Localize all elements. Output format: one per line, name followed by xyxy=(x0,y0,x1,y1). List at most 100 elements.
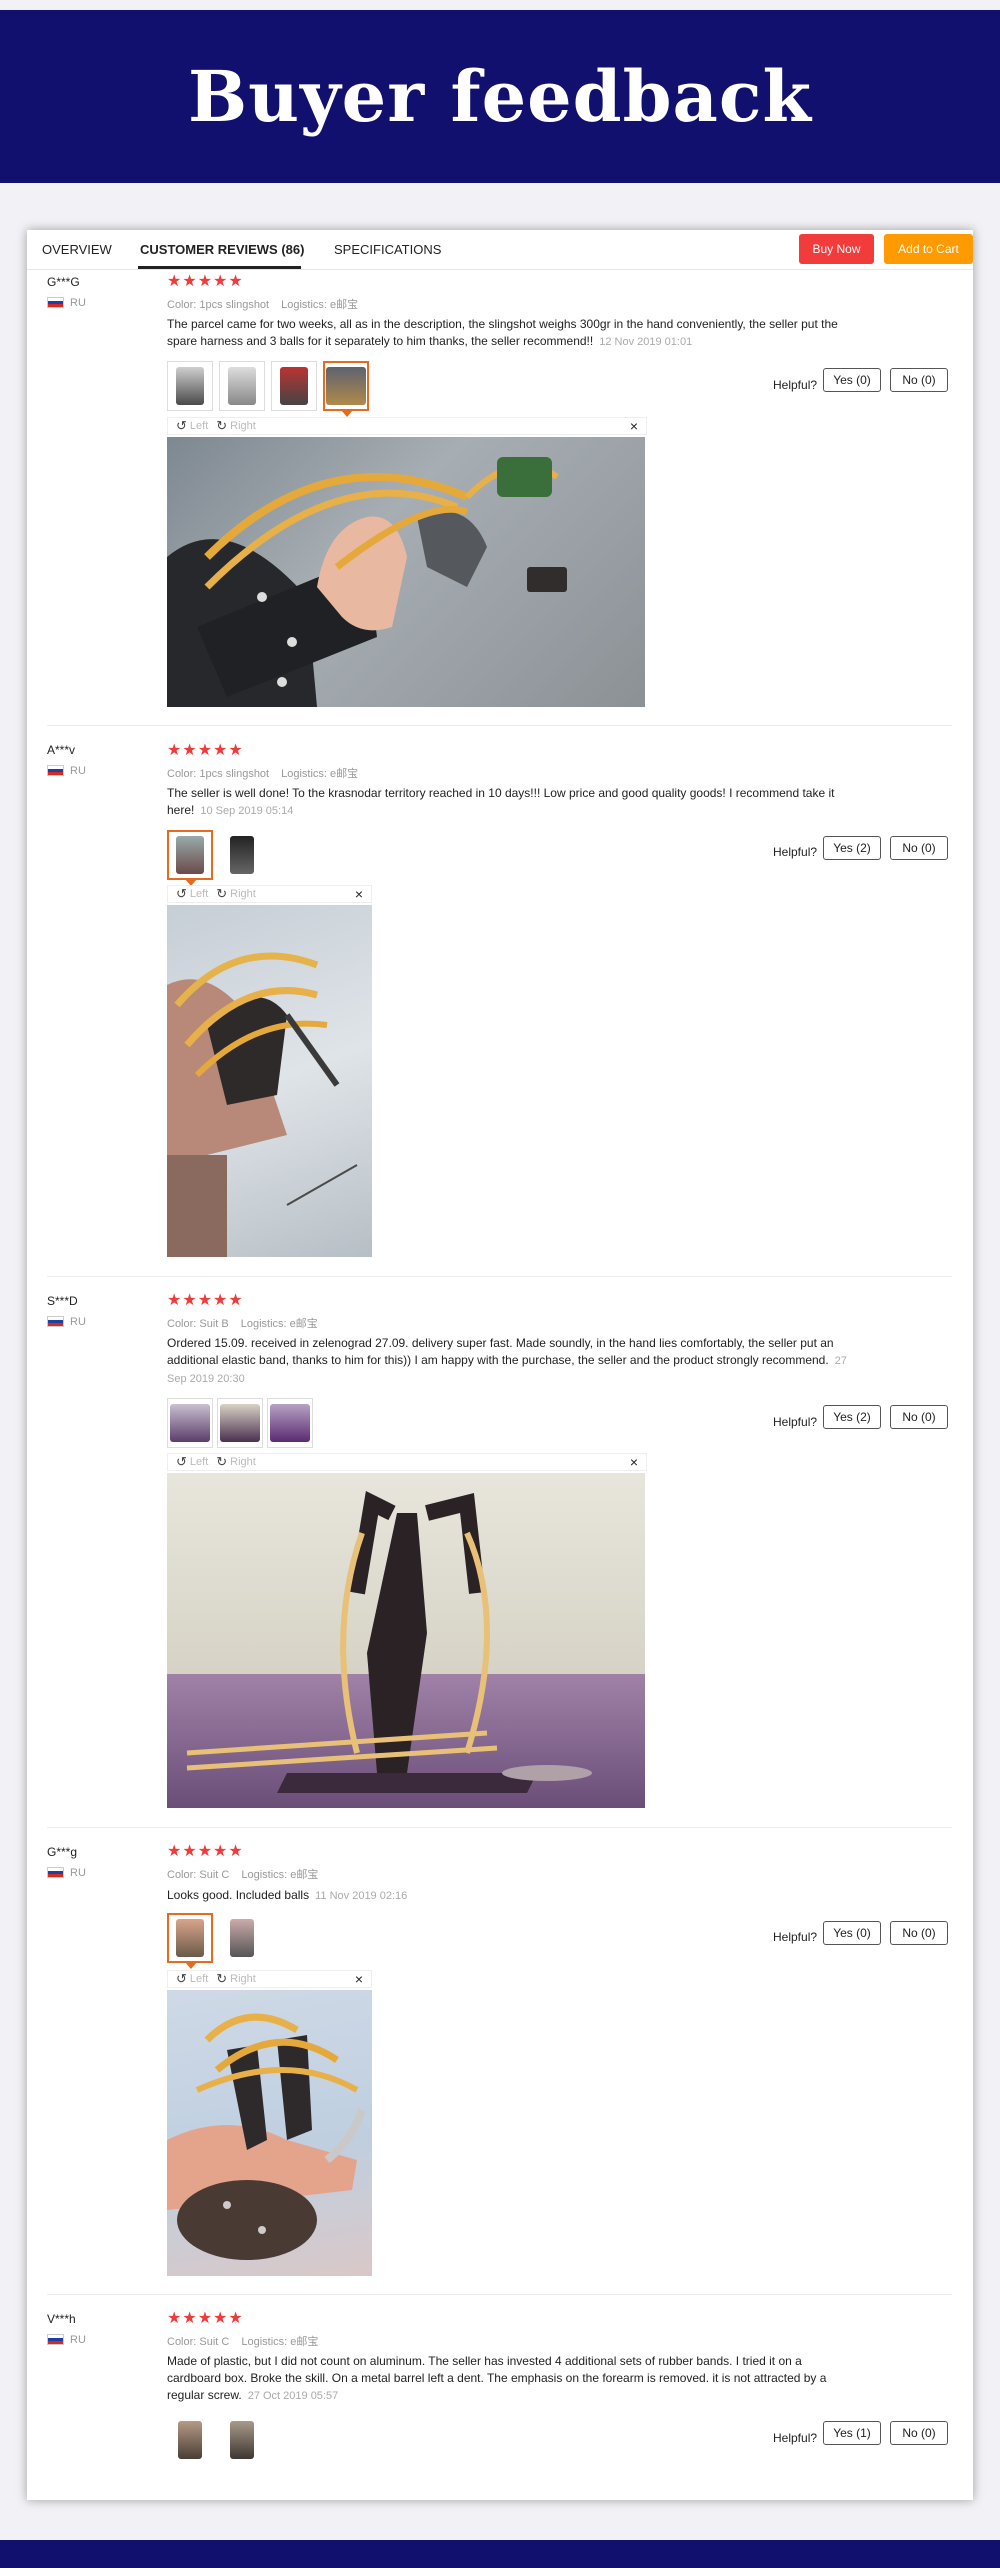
review-logistics: Logistics: e邮宝 xyxy=(281,768,359,780)
tab-bar: OVERVIEW CUSTOMER REVIEWS (86) SPECIFICA… xyxy=(27,230,973,270)
review-thumbnails xyxy=(167,1913,265,1969)
review-divider xyxy=(47,725,952,726)
review-meta: Color: Suit C Logistics: e邮宝 xyxy=(167,2333,318,2349)
rotate-left-icon: ↺ xyxy=(176,1971,187,1986)
star-rating: ★★★★★ xyxy=(167,742,244,759)
add-to-cart-button[interactable]: Add to Cart xyxy=(884,234,973,264)
review-logistics: Logistics: e邮宝 xyxy=(240,1318,318,1330)
review-divider xyxy=(47,1276,952,1277)
photo-toolbar: ↺ Left ↻ Right × xyxy=(167,1453,647,1471)
rotate-left-label: Left xyxy=(189,1973,209,1985)
helpful-yes-button[interactable]: Yes (2) xyxy=(823,1405,881,1429)
review-logistics: Logistics: e邮宝 xyxy=(241,2336,319,2348)
rotate-right-button[interactable]: ↻ Right xyxy=(216,1454,256,1470)
rotate-left-label: Left xyxy=(189,888,209,900)
star-rating: ★★★★★ xyxy=(167,273,244,290)
review-thumbnail[interactable] xyxy=(271,361,317,411)
photo-toolbar: ↺ Left ↻ Right × xyxy=(167,1970,372,1988)
review-body: The parcel came for two weeks, all as in… xyxy=(167,317,838,348)
buy-now-button[interactable]: Buy Now xyxy=(799,234,874,264)
review-date: 11 Nov 2019 02:16 xyxy=(315,1890,408,1902)
review-thumbnail-selected[interactable] xyxy=(167,1913,213,1969)
rotate-right-icon: ↻ xyxy=(216,886,228,901)
review-thumbnail[interactable] xyxy=(219,830,265,880)
rotate-right-button[interactable]: ↻ Right xyxy=(216,1971,256,1987)
reviewer-name: A***v xyxy=(47,743,76,757)
rotate-left-icon: ↺ xyxy=(176,1454,187,1469)
close-photo-icon[interactable]: × xyxy=(630,418,638,434)
review-thumbnail[interactable] xyxy=(217,1398,263,1448)
helpful-label: Helpful? xyxy=(773,1930,818,1944)
reviewer-country: RU xyxy=(70,2334,86,2346)
slingshot-photo-image xyxy=(186,1491,592,1793)
review-thumbnail[interactable] xyxy=(167,361,213,411)
review-thumbnail[interactable] xyxy=(219,1913,265,1963)
russia-flag-icon xyxy=(47,2334,64,2345)
photo-toolbar: ↺ Left ↻ Right × xyxy=(167,885,372,903)
rotate-left-button[interactable]: ↺ Left xyxy=(176,886,208,902)
review-thumbnail-selected[interactable] xyxy=(323,361,369,417)
rotate-left-label: Left xyxy=(189,420,209,432)
review-photo xyxy=(167,905,372,1257)
review-body: Looks good. Included balls xyxy=(167,1888,310,1902)
review-meta: Color: Suit C Logistics: e邮宝 xyxy=(167,1866,318,1882)
rotate-left-button[interactable]: ↺ Left xyxy=(176,1971,208,1987)
bottom-strip xyxy=(0,2540,1000,2568)
review-thumbnail[interactable] xyxy=(167,2415,213,2465)
review-body: Ordered 15.09. received in zelenograd 27… xyxy=(167,1336,834,1367)
review-thumbnail[interactable] xyxy=(219,2415,265,2465)
review-meta: Color: Suit B Logistics: e邮宝 xyxy=(167,1315,318,1331)
star-rating: ★★★★★ xyxy=(167,1843,244,1860)
review-thumbnail-selected[interactable] xyxy=(167,830,213,886)
review-meta: Color: 1pcs slingshot Logistics: e邮宝 xyxy=(167,296,358,312)
review-text: Made of plastic, but I did not count on … xyxy=(167,2353,857,2405)
reviewer-name: S***D xyxy=(47,1294,78,1308)
review-text: The seller is well done! To the krasnoda… xyxy=(167,785,857,820)
review-color: Color: Suit C xyxy=(167,2336,230,2348)
russia-flag-icon xyxy=(47,1316,64,1327)
helpful-yes-button[interactable]: Yes (2) xyxy=(823,836,881,860)
helpful-no-button[interactable]: No (0) xyxy=(890,836,948,860)
review-color: Color: Suit C xyxy=(167,1869,230,1881)
helpful-no-button[interactable]: No (0) xyxy=(890,1921,948,1945)
helpful-label: Helpful? xyxy=(773,1415,818,1429)
review-date: 27 Oct 2019 05:57 xyxy=(247,2390,339,2402)
review-thumbnail[interactable] xyxy=(267,1398,313,1448)
review-thumbnail[interactable] xyxy=(167,1398,213,1448)
active-tab-indicator xyxy=(138,266,301,269)
reviewer-name: V***h xyxy=(47,2312,76,2326)
review-thumbnails xyxy=(167,2415,265,2465)
review-thumbnail[interactable] xyxy=(219,361,265,411)
tab-specifications[interactable]: SPECIFICATIONS xyxy=(334,242,441,257)
helpful-no-button[interactable]: No (0) xyxy=(890,1405,948,1429)
close-photo-icon[interactable]: × xyxy=(355,886,363,902)
helpful-label: Helpful? xyxy=(773,845,818,859)
rotate-left-button[interactable]: ↺ Left xyxy=(176,418,208,434)
review-thumbnails xyxy=(167,830,265,886)
slingshot-photo-image xyxy=(167,952,358,1257)
review-divider xyxy=(47,1827,952,1828)
review-photo xyxy=(167,1473,645,1808)
tab-customer-reviews[interactable]: CUSTOMER REVIEWS (86) xyxy=(140,242,304,257)
rotate-right-label: Right xyxy=(230,1456,256,1468)
helpful-no-button[interactable]: No (0) xyxy=(890,2421,948,2445)
review-meta: Color: 1pcs slingshot Logistics: e邮宝 xyxy=(167,765,358,781)
helpful-label: Helpful? xyxy=(773,2431,818,2445)
reviewer-name: G***g xyxy=(47,1845,78,1859)
helpful-yes-button[interactable]: Yes (0) xyxy=(823,1921,881,1945)
close-photo-icon[interactable]: × xyxy=(355,1971,363,1987)
helpful-yes-button[interactable]: Yes (0) xyxy=(823,368,881,392)
rotate-right-icon: ↻ xyxy=(216,1454,228,1469)
reviewer-country: RU xyxy=(70,1867,86,1879)
review-color: Color: Suit B xyxy=(167,1318,229,1330)
rotate-right-button[interactable]: ↻ Right xyxy=(216,886,256,902)
rotate-left-button[interactable]: ↺ Left xyxy=(176,1454,208,1470)
review-date: 10 Sep 2019 05:14 xyxy=(200,805,294,817)
review-color: Color: 1pcs slingshot xyxy=(167,768,270,780)
review-logistics: Logistics: e邮宝 xyxy=(281,299,359,311)
close-photo-icon[interactable]: × xyxy=(630,1454,638,1470)
tab-overview[interactable]: OVERVIEW xyxy=(42,242,112,257)
helpful-no-button[interactable]: No (0) xyxy=(890,368,948,392)
helpful-yes-button[interactable]: Yes (1) xyxy=(823,2421,881,2445)
rotate-right-button[interactable]: ↻ Right xyxy=(216,418,256,434)
